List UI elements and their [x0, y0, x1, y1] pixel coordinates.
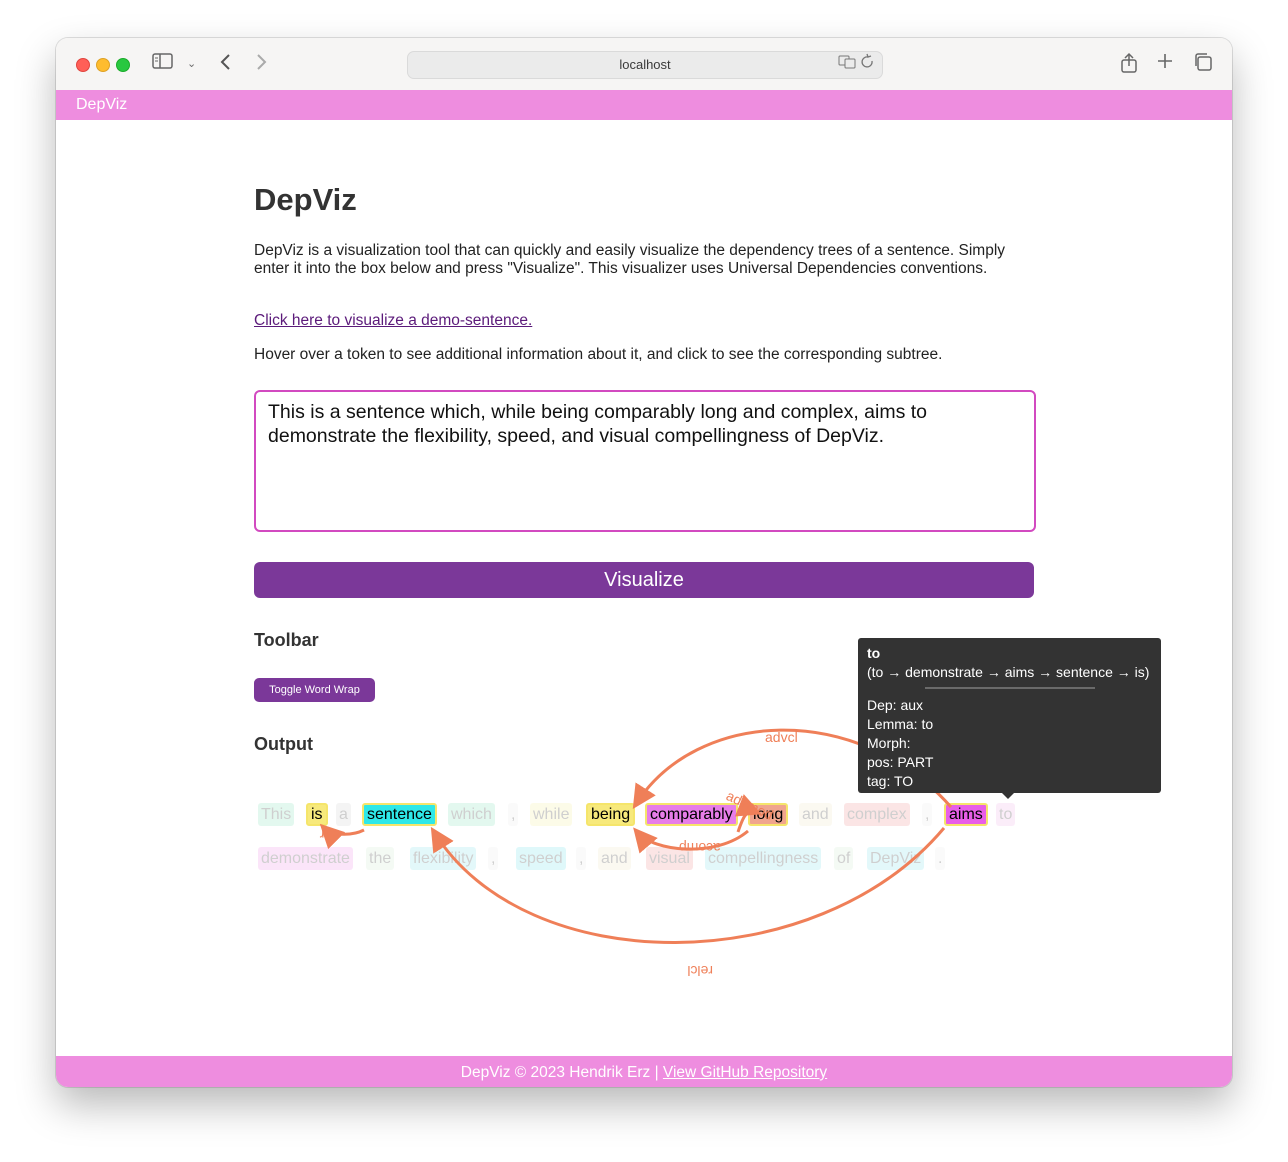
token[interactable]: speed — [516, 847, 566, 870]
token[interactable]: visual — [646, 847, 693, 870]
toolbar-heading: Toolbar — [254, 630, 319, 650]
token[interactable]: aims — [944, 803, 988, 826]
tooltip-morph: Morph: — [867, 735, 911, 751]
share-icon[interactable] — [1120, 52, 1138, 80]
sentence-input[interactable] — [254, 390, 1036, 532]
token[interactable]: DepViz — [867, 847, 925, 870]
token[interactable]: and — [799, 803, 832, 826]
address-bar[interactable]: localhost — [407, 51, 883, 79]
arc-relcl — [430, 826, 946, 944]
intro-paragraph: DepViz is a visualization tool that can … — [254, 242, 1006, 277]
token[interactable]: being — [586, 803, 636, 826]
token[interactable]: long — [748, 803, 789, 826]
hover-instructions: Hover over a token to see additional inf… — [254, 346, 943, 363]
tab-overview-icon[interactable] — [1193, 52, 1213, 78]
tooltip-tag: tag: TO — [867, 773, 914, 789]
arc-attr — [319, 823, 365, 850]
visualize-button[interactable]: Visualize — [254, 562, 1034, 598]
token[interactable]: , — [488, 847, 499, 870]
browser-window: ⌄ localhost DepViz DepViz DepViz is a vi… — [56, 38, 1232, 1087]
token[interactable]: . — [935, 847, 946, 870]
token[interactable]: which — [448, 803, 495, 826]
tooltip-arrow — [1002, 793, 1014, 799]
arc-label-relcl: relcl — [687, 963, 713, 979]
token[interactable]: complex — [844, 803, 910, 826]
token[interactable]: is — [306, 803, 328, 826]
browser-toolbar: ⌄ localhost — [56, 38, 1232, 91]
minimize-window-button[interactable] — [96, 58, 110, 72]
translate-reload-icons[interactable] — [838, 52, 874, 78]
token[interactable]: a — [336, 803, 351, 826]
app-navbar: DepViz — [56, 90, 1232, 120]
page-title: DepViz — [254, 182, 357, 217]
tooltip-dep: Dep: aux — [867, 697, 924, 713]
main-content: DepViz DepViz is a visualization tool th… — [56, 120, 1232, 1056]
token[interactable]: compellingness — [705, 847, 822, 870]
zoom-window-button[interactable] — [116, 58, 130, 72]
token[interactable]: demonstrate — [258, 847, 353, 870]
forward-arrow-icon[interactable] — [254, 52, 268, 78]
token[interactable]: flexibility — [410, 847, 477, 870]
navbar-brand[interactable]: DepViz — [76, 96, 127, 114]
token[interactable]: comparably — [645, 803, 738, 826]
token[interactable]: and — [598, 847, 631, 870]
tooltip-pos: pos: PART — [867, 754, 934, 770]
demo-sentence-link[interactable]: Click here to visualize a demo-sentence. — [254, 312, 532, 330]
new-tab-icon[interactable] — [1156, 52, 1174, 76]
token[interactable]: of — [834, 847, 854, 870]
url-text: localhost — [619, 57, 671, 72]
page-footer: DepViz © 2023 Hendrik Erz | View GitHub … — [56, 1056, 1232, 1087]
close-window-button[interactable] — [76, 58, 90, 72]
tooltip-path: (to → demonstrate → aims → sentence → is… — [867, 664, 1150, 680]
github-repo-link[interactable]: View GitHub Repository — [663, 1064, 827, 1081]
token[interactable]: This — [258, 803, 295, 826]
token[interactable]: , — [576, 847, 587, 870]
token[interactable]: , — [922, 803, 933, 826]
back-arrow-icon[interactable] — [219, 52, 233, 78]
token[interactable]: the — [366, 847, 395, 870]
token[interactable]: , — [508, 803, 519, 826]
output-heading: Output — [254, 734, 313, 754]
tooltip-divider — [924, 687, 1095, 689]
tooltip-lemma: Lemma: to — [867, 716, 934, 732]
token[interactable]: to — [996, 803, 1016, 826]
toggle-word-wrap-button[interactable]: Toggle Word Wrap — [254, 678, 375, 702]
footer-text: DepViz © 2023 Hendrik Erz | — [460, 1064, 663, 1081]
token[interactable]: while — [530, 803, 573, 826]
token-tooltip: to (to → demonstrate → aims → sentence →… — [858, 638, 1161, 799]
arc-label-advcl: advcl — [765, 729, 798, 745]
chevron-down-icon[interactable]: ⌄ — [187, 52, 196, 76]
tooltip-title: to — [867, 645, 881, 661]
token[interactable]: sentence — [362, 803, 437, 826]
arc-label-attr: attr — [319, 827, 340, 843]
sidebar-toggle-icon[interactable] — [152, 52, 174, 76]
